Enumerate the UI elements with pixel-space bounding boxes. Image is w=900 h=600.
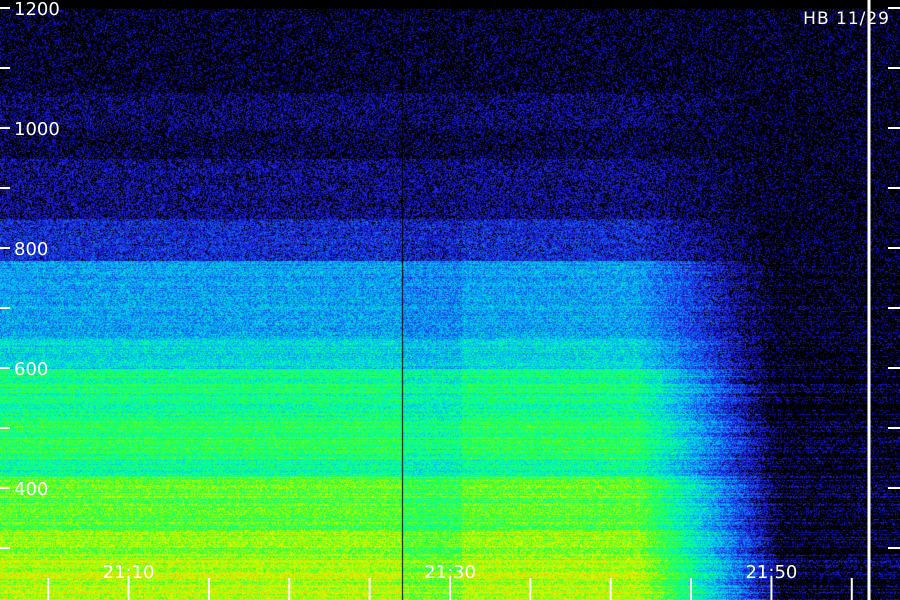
y-tick-label: 1000 (14, 119, 60, 140)
corner-label: HB 11/29 (803, 9, 890, 29)
x-tick-label: 21:50 (745, 562, 797, 583)
y-tick-label: 1200 (14, 0, 60, 20)
spectrogram-chart: 1200 1000 800 600 400 21:10 21:30 21:50 HB 11/2… (0, 0, 900, 600)
spectrogram-heatmap (0, 0, 900, 600)
x-tick-label: 21:30 (424, 562, 476, 583)
y-tick-label: 400 (14, 479, 48, 500)
x-tick-label: 21:10 (103, 562, 155, 583)
y-tick-label: 800 (14, 239, 48, 260)
y-tick-label: 600 (14, 359, 48, 380)
